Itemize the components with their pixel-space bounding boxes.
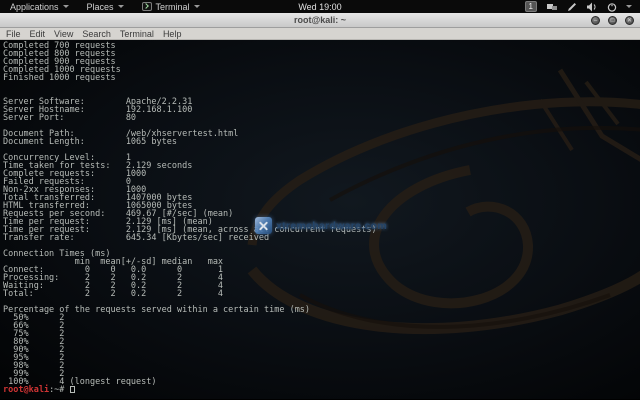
terminal-line: Document Length: 1065 bytes [3, 138, 640, 146]
menu-terminal[interactable]: Terminal [120, 29, 154, 39]
volume-icon[interactable] [586, 2, 598, 12]
terminal-cursor [70, 386, 75, 393]
window-title: root@kali: ~ [294, 15, 346, 25]
menu-view[interactable]: View [54, 29, 73, 39]
pen-icon[interactable] [567, 2, 577, 12]
watermark-text: xtremehardware.com [276, 220, 387, 232]
power-icon[interactable] [607, 2, 617, 12]
minimize-button[interactable]: – [591, 16, 600, 25]
terminal-line: 98% 2 [3, 362, 640, 370]
menu-search[interactable]: Search [82, 29, 111, 39]
terminal-menu-bar: File Edit View Search Terminal Help [0, 28, 640, 40]
terminal-line: Transfer rate: 645.34 [Kbytes/sec] recei… [3, 234, 640, 242]
prompt-line: root@kali:~# [3, 386, 640, 394]
maximize-button[interactable]: □ [608, 16, 617, 25]
network-icon[interactable] [546, 2, 558, 12]
close-button[interactable]: ✕ [625, 16, 634, 25]
terminal-line: Percentage of the requests served within… [3, 306, 640, 314]
workspace-indicator[interactable]: 1 [525, 1, 537, 12]
prompt-symbol: :~# [49, 385, 69, 395]
terminal-line: 90% 2 [3, 346, 640, 354]
terminal-line: 80% 2 [3, 338, 640, 346]
xtremehardware-logo-icon [255, 217, 272, 234]
terminal-line: Total: 2 2 0.2 2 4 [3, 290, 640, 298]
terminal-line: Server Port: 80 [3, 114, 640, 122]
gnome-top-bar: Applications Places Terminal Wed 19:00 1 [0, 0, 640, 13]
terminal-viewport[interactable]: xtremehardware.com Completed 700 request… [0, 40, 640, 399]
terminal-line: 50% 2 [3, 314, 640, 322]
site-watermark: xtremehardware.com [255, 217, 387, 234]
menu-edit[interactable]: Edit [30, 29, 46, 39]
terminal-line: Finished 1000 requests [3, 74, 640, 82]
menu-file[interactable]: File [6, 29, 21, 39]
menu-help[interactable]: Help [163, 29, 182, 39]
prompt-user: root@kali [3, 385, 49, 395]
chevron-down-icon[interactable] [626, 5, 632, 8]
terminal-line [3, 82, 640, 90]
window-title-bar[interactable]: root@kali: ~ – □ ✕ [0, 13, 640, 28]
terminal-line: 75% 2 [3, 330, 640, 338]
terminal-line: 100% 4 (longest request) [3, 378, 640, 386]
terminal-line: 66% 2 [3, 322, 640, 330]
terminal-line: 95% 2 [3, 354, 640, 362]
